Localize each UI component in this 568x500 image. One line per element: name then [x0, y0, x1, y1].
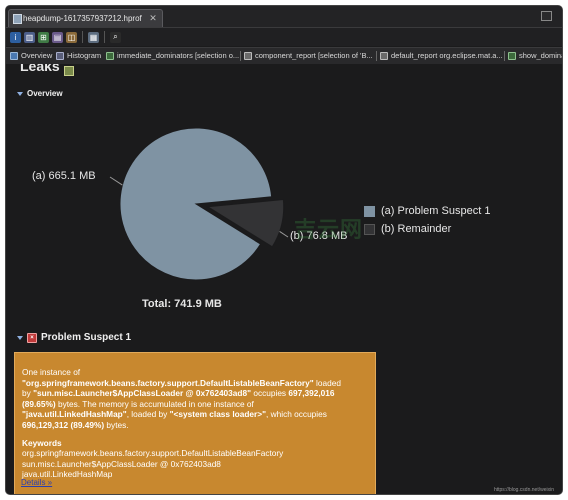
editor-tab-heapdump[interactable]: heapdump-1617357937212.hprof ✕: [8, 9, 163, 27]
problem-suspect-section-toggle[interactable]: × Problem Suspect 1: [17, 332, 131, 343]
legend-swatch-a: [364, 205, 375, 217]
suspect-accumulated-bytes: 696,129,312 (89.49%): [22, 419, 105, 430]
oql-icon[interactable]: ◫: [66, 31, 77, 43]
mat-editor-window: heapdump-1617357937212.hprof ✕ i ▥ ⊞ ▤ ◫…: [6, 6, 562, 494]
problem-suspect-heading: Problem Suspect 1: [41, 332, 132, 343]
pie-total-label: Total: 741.9 MB: [142, 298, 222, 310]
tab-label: Histogram: [67, 51, 102, 60]
suspect-system-loader: "<system class loader>": [169, 409, 267, 420]
maximize-icon[interactable]: [541, 11, 552, 21]
suspect-text-part: , loaded by: [126, 409, 170, 420]
footer-credit: https://blog.csdn.net/weixin: [493, 487, 554, 493]
legend-label-b: (b) Remainder: [381, 223, 452, 235]
suspect-text-part: bytes. The memory is accumulated in one …: [55, 398, 254, 409]
query-result-tabs: Overview Histogram immediate_dominators …: [6, 47, 562, 65]
query-icon[interactable]: ▤: [52, 31, 63, 43]
suspect-class-name: "org.springframework.beans.factory.suppo…: [22, 377, 314, 388]
slice-a-leader-line: [109, 176, 123, 186]
tab-label: show_dominato: [519, 51, 562, 60]
info-icon[interactable]: i: [10, 31, 21, 43]
tab-immediate-dominators[interactable]: immediate_dominators [selection o...: [106, 51, 239, 60]
dominator-icon: [508, 51, 516, 60]
suspect-retained-bytes: 697,392,016: [288, 388, 335, 399]
report-icon[interactable]: ▦: [88, 31, 99, 43]
dominator-icon: [106, 51, 114, 60]
tab-label: immediate_dominators [selection o...: [117, 51, 240, 60]
report-icon: [244, 51, 252, 60]
search-icon[interactable]: ⌕: [110, 31, 121, 43]
editor-toolbar: i ▥ ⊞ ▤ ◫ ▦ ⌕: [6, 28, 562, 46]
legend-label-a: (a) Problem Suspect 1: [381, 205, 491, 217]
tab-separator: [240, 51, 241, 61]
keywords-heading: Keywords: [22, 437, 62, 448]
legend-item-b: (b) Remainder: [364, 220, 490, 238]
overview-icon: [10, 51, 18, 60]
chart-legend: (a) Problem Suspect 1 (b) Remainder: [364, 202, 490, 238]
tab-overview[interactable]: Overview: [10, 51, 52, 60]
histogram-icon: [56, 51, 64, 60]
tab-label: default_report org.eclipse.mat.a...: [391, 51, 503, 60]
legend-item-a: (a) Problem Suspect 1: [364, 202, 490, 220]
slice-a-label: (a) 665.1 MB: [32, 170, 96, 182]
suspect-text-part: occupies: [251, 388, 289, 399]
suspect-text: One instance of "org.springframework.bea…: [22, 367, 369, 431]
suspect-accumulator-class: "java.util.LinkedHashMap": [22, 409, 127, 420]
tab-label: component_report [selection of 'B...: [255, 51, 373, 60]
details-link[interactable]: Details »: [21, 478, 52, 489]
tab-label: Overview: [21, 51, 53, 60]
report-icon: [380, 51, 388, 60]
histogram-icon[interactable]: ▥: [24, 31, 35, 43]
suspect-text-part: One instance of: [22, 367, 81, 377]
heapdump-file-icon: [13, 14, 22, 24]
tab-component-report[interactable]: component_report [selection of 'B...: [244, 51, 373, 60]
watermark-text: 吉云网: [294, 217, 364, 242]
keyword-item: sun.misc.Launcher$AppClassLoader @ 0x762…: [22, 458, 221, 469]
dominator-icon[interactable]: ⊞: [38, 31, 49, 43]
suspect-text-part: , which occupies: [266, 409, 327, 420]
expand-triangle-icon: [17, 335, 23, 340]
close-tab-icon[interactable]: ✕: [149, 13, 157, 24]
tab-separator: [504, 51, 505, 61]
suspect-text-part: by: [22, 388, 34, 399]
tab-default-report[interactable]: default_report org.eclipse.mat.a...: [380, 51, 503, 60]
editor-tab-strip: heapdump-1617357937212.hprof ✕: [6, 6, 562, 28]
problem-suspect-description: One instance of "org.springframework.bea…: [14, 352, 376, 494]
toolbar-separator: [104, 31, 105, 43]
suspect-retained-percent: (89.65%): [22, 398, 56, 409]
report-content: Leaks Overview (a) 665.1 MB (b) 76.8 MB …: [6, 64, 562, 494]
tab-show-dominator[interactable]: show_dominato: [508, 51, 562, 60]
slice-b-leader-line: [279, 230, 289, 238]
suspect-classloader: "sun.misc.Launcher$AppClassLoader @ 0x76…: [33, 388, 252, 399]
toolbar-separator: [82, 31, 83, 43]
tab-histogram[interactable]: Histogram: [56, 51, 101, 60]
keyword-item: java.util.LinkedHashMap: [22, 469, 113, 480]
error-icon: ×: [27, 332, 37, 343]
editor-tab-title: heapdump-1617357937212.hprof: [23, 14, 142, 23]
legend-swatch-b: [364, 223, 375, 235]
tab-separator: [376, 51, 377, 61]
suspect-text-part: loaded: [313, 377, 341, 388]
suspect-text-part: bytes.: [104, 419, 129, 430]
keyword-item: org.springframework.beans.factory.suppor…: [22, 448, 284, 459]
